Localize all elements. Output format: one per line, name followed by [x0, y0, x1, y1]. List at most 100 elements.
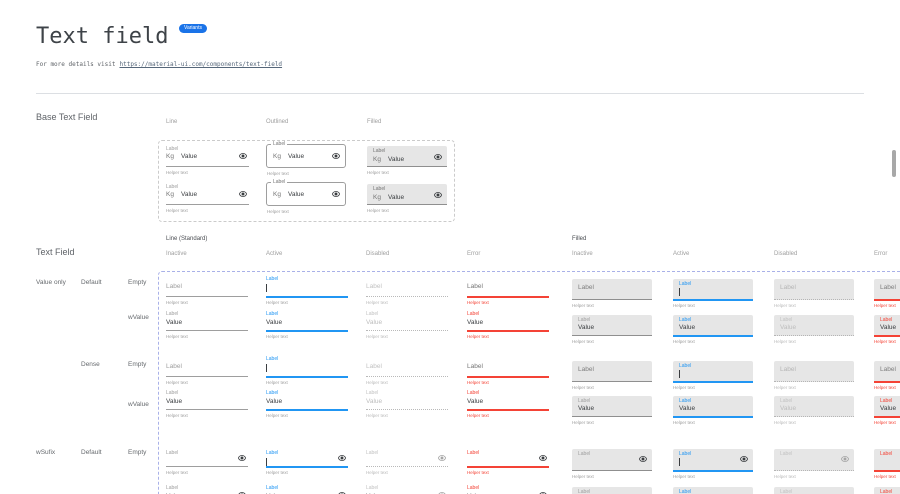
field-label: Label [366, 311, 378, 317]
base-field-outlined[interactable]: LabelKgValueHelper text [266, 184, 346, 218]
field-label: Label [266, 276, 278, 282]
row-label-content: wValue [128, 401, 149, 408]
field-prefix: Kg [373, 156, 381, 163]
field-helper: Helper text [572, 474, 594, 479]
text-field-filled-active[interactable]: LabelValueHelper text [673, 396, 753, 430]
visibility-eye-icon[interactable] [539, 455, 547, 461]
state-header: Disabled [774, 251, 797, 257]
text-field-line-active[interactable]: LabelValueHelper text [266, 311, 348, 345]
text-field-filled-disabled[interactable]: LabelHelper text [774, 279, 854, 313]
visibility-eye-icon[interactable] [239, 191, 247, 197]
field-helper: Helper text [467, 470, 489, 475]
text-field-filled-active[interactable]: LabelHelper text [673, 361, 753, 395]
field-helper: Helper text [166, 413, 188, 418]
text-field-filled-disabled[interactable]: LabelValueHelper text [774, 487, 854, 494]
docs-link[interactable]: https://material-ui.com/components/text-… [119, 61, 282, 68]
text-field-filled-error[interactable]: LabelHelper text [874, 449, 900, 483]
field-helper: Helper text [774, 420, 796, 425]
base-field-line[interactable]: LabelKgValueHelper text [166, 146, 249, 180]
field-helper: Helper text [774, 339, 796, 344]
text-field-filled-active[interactable]: LabelHelper text [673, 449, 753, 483]
text-field-line-inactive[interactable]: LabelValueHelper text [166, 311, 248, 345]
text-field-filled-disabled[interactable]: LabelHelper text [774, 449, 854, 483]
text-field-filled-error[interactable]: LabelHelper text [874, 279, 900, 313]
text-field-line-inactive[interactable]: LabelValueHelper text [166, 485, 248, 494]
visibility-eye-icon[interactable] [239, 153, 247, 159]
field-helper: Helper text [673, 339, 695, 344]
field-label: Label [366, 450, 378, 456]
text-field-line-disabled[interactable]: LabelHelper text [366, 450, 448, 484]
text-field-filled-error[interactable]: LabelHelper text [874, 361, 900, 395]
base-field-line[interactable]: LabelKgValueHelper text [166, 184, 249, 218]
group-header: Filled [572, 236, 586, 242]
text-field-line-inactive[interactable]: LabelValueHelper text [166, 390, 248, 424]
field-label: Label [578, 366, 594, 373]
row-label-content: Empty [128, 279, 146, 286]
field-helper: Helper text [166, 208, 188, 213]
visibility-eye-icon[interactable] [639, 456, 647, 462]
text-field-line-inactive[interactable]: LabelHelper text [166, 450, 248, 484]
visibility-eye-icon[interactable] [434, 192, 442, 198]
field-prefix: Kg [273, 191, 281, 198]
field-value: Value [780, 324, 796, 331]
visibility-eye-icon[interactable] [338, 455, 346, 461]
text-field-filled-disabled[interactable]: LabelValueHelper text [774, 315, 854, 349]
base-field-filled[interactable]: LabelKgValueHelper text [367, 184, 447, 218]
field-helper: Helper text [267, 209, 289, 214]
text-field-filled-active[interactable]: LabelValueHelper text [673, 487, 753, 494]
visibility-eye-icon[interactable] [434, 154, 442, 160]
text-field-line-error[interactable]: LabelValueHelper text [467, 485, 549, 494]
text-field-filled-inactive[interactable]: LabelValueHelper text [572, 315, 652, 349]
text-field-filled-error[interactable]: LabelValueHelper text [874, 487, 900, 494]
row-label-section: wSufix [36, 449, 55, 456]
scrollbar-thumb[interactable] [892, 150, 896, 177]
text-field-filled-disabled[interactable]: LabelValueHelper text [774, 396, 854, 430]
state-header: Disabled [366, 251, 389, 257]
field-value: Value [578, 405, 594, 412]
field-prefix: Kg [166, 191, 174, 198]
field-label: Label [271, 179, 287, 185]
field-helper: Helper text [166, 380, 188, 385]
text-field-line-error[interactable]: LabelHelper text [467, 450, 549, 484]
base-field-outlined[interactable]: LabelKgValueHelper text [266, 146, 346, 180]
field-helper: Helper text [266, 380, 288, 385]
field-label: Label [166, 311, 178, 317]
text-field-filled-inactive[interactable]: LabelHelper text [572, 279, 652, 313]
visibility-eye-icon[interactable] [740, 456, 748, 462]
text-field-line-active[interactable]: LabelValueHelper text [266, 485, 348, 494]
field-helper: Helper text [874, 474, 896, 479]
text-field-filled-error[interactable]: LabelValueHelper text [874, 396, 900, 430]
text-field-filled-inactive[interactable]: LabelValueHelper text [572, 487, 652, 494]
visibility-eye-icon[interactable] [332, 153, 340, 159]
field-label: Label [780, 489, 792, 494]
text-field-line-disabled[interactable]: LabelValueHelper text [366, 311, 448, 345]
text-field-filled-active[interactable]: LabelHelper text [673, 279, 753, 313]
text-field-line-disabled[interactable]: LabelValueHelper text [366, 390, 448, 424]
text-cursor [679, 370, 680, 378]
text-cursor [679, 458, 680, 466]
visibility-eye-icon[interactable] [841, 456, 849, 462]
text-field-filled-error[interactable]: LabelValueHelper text [874, 315, 900, 349]
field-label: Label [780, 398, 792, 404]
text-field-line-active[interactable]: LabelValueHelper text [266, 390, 348, 424]
text-field-filled-inactive[interactable]: LabelHelper text [572, 361, 652, 395]
text-field-filled-active[interactable]: LabelValueHelper text [673, 315, 753, 349]
field-prefix: Kg [273, 153, 281, 160]
visibility-eye-icon[interactable] [438, 455, 446, 461]
field-label: Label [266, 450, 278, 456]
field-label: Label [780, 284, 796, 291]
base-section-title: Base Text Field [36, 112, 97, 122]
base-field-filled[interactable]: LabelKgValueHelper text [367, 146, 447, 180]
subtitle: For more details visithttps://material-u… [36, 61, 282, 68]
text-field-line-disabled[interactable]: LabelValueHelper text [366, 485, 448, 494]
text-field-filled-disabled[interactable]: LabelHelper text [774, 361, 854, 395]
text-field-line-error[interactable]: LabelValueHelper text [467, 311, 549, 345]
text-field-filled-inactive[interactable]: LabelHelper text [572, 449, 652, 483]
field-helper: Helper text [874, 303, 896, 308]
visibility-eye-icon[interactable] [332, 191, 340, 197]
text-field-line-active[interactable]: LabelHelper text [266, 450, 348, 484]
text-field-filled-inactive[interactable]: LabelValueHelper text [572, 396, 652, 430]
base-column-header: Line [166, 119, 177, 125]
visibility-eye-icon[interactable] [238, 455, 246, 461]
text-field-line-error[interactable]: LabelValueHelper text [467, 390, 549, 424]
